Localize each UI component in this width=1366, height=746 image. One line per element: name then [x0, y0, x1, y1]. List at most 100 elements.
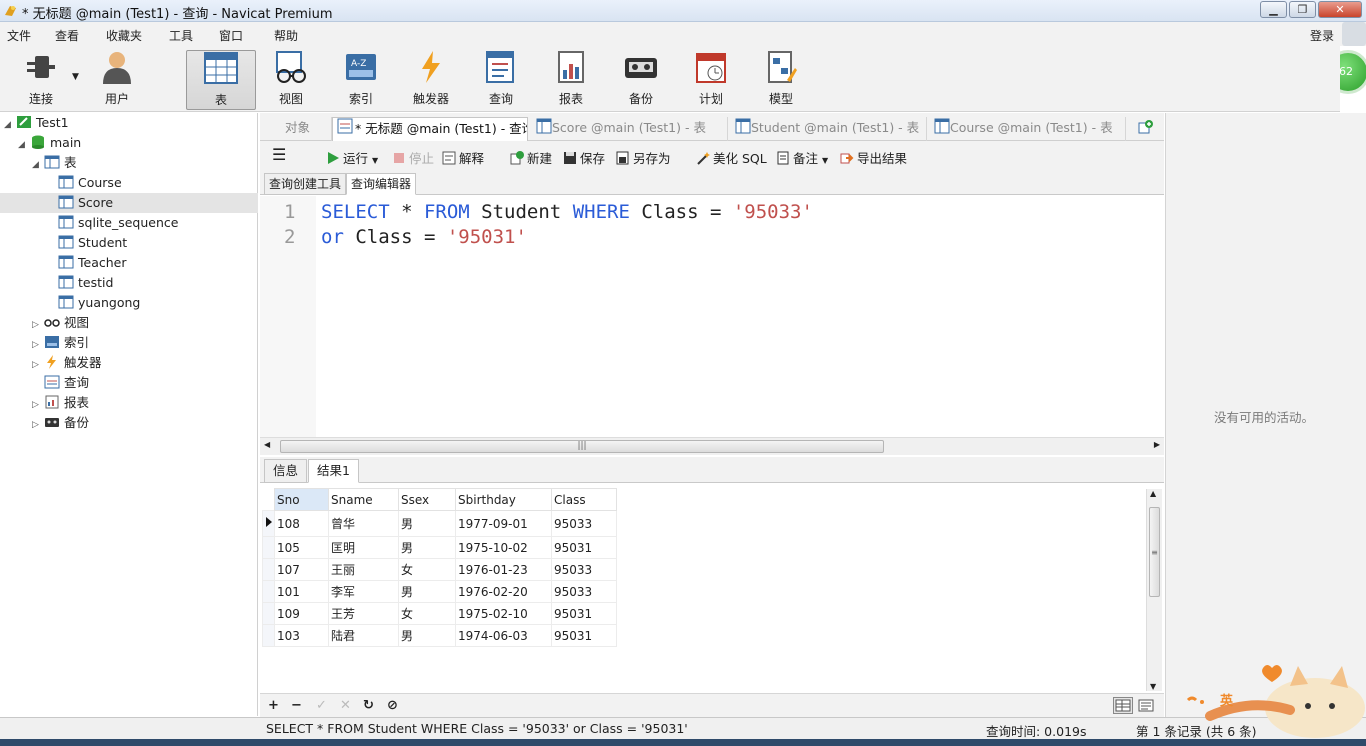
export-results-button[interactable]: 导出结果	[840, 148, 907, 167]
desktop-pet[interactable]: 英	[1180, 658, 1366, 740]
user-button[interactable]: 用户	[86, 50, 148, 108]
collapsed-arrow-icon[interactable]: ▷	[32, 335, 44, 355]
table-cell[interactable]: 95033	[551, 580, 617, 603]
connect-dropdown-icon[interactable]: ▼	[72, 72, 79, 82]
menu-help[interactable]: 帮助	[274, 27, 298, 44]
form-view-icon[interactable]	[1136, 697, 1156, 714]
column-header-sbirthday[interactable]: Sbirthday	[455, 488, 552, 511]
scrollbar-thumb[interactable]: ≡	[1149, 507, 1160, 597]
menu-window[interactable]: 窗口	[219, 27, 243, 44]
tree-table-student[interactable]: Student	[58, 233, 127, 253]
table-cell[interactable]: 108	[274, 510, 329, 537]
tab-result-1[interactable]: 结果1	[308, 459, 359, 483]
table-row[interactable]: 108 曾华男 1977-09-01 95033	[262, 510, 617, 537]
scrollbar-thumb[interactable]: |||	[280, 440, 884, 453]
tab-student-table[interactable]: Student @main (Test1) - 表	[729, 117, 927, 141]
save-button[interactable]: 保存	[563, 148, 605, 167]
stop-query-button[interactable]: ⊘	[387, 698, 398, 713]
collapsed-arrow-icon[interactable]: ▷	[32, 415, 44, 435]
save-as-button[interactable]: 另存为	[616, 148, 671, 167]
add-record-button[interactable]: +	[268, 698, 279, 713]
table-cell[interactable]: 95033	[551, 510, 617, 537]
tree-tables-group[interactable]: ◢ 表	[32, 153, 77, 173]
table-row[interactable]: 103 陆君男 1974-06-03 95031	[262, 624, 617, 647]
chevron-down-icon[interactable]: ▼	[822, 156, 828, 165]
expanded-arrow-icon[interactable]: ◢	[4, 115, 16, 135]
tab-score-table[interactable]: Score @main (Test1) - 表	[530, 117, 728, 141]
tab-query-builder[interactable]: 查询创建工具	[264, 173, 347, 195]
tab-objects[interactable]: 对象	[260, 117, 332, 141]
grid-view-icon[interactable]	[1113, 697, 1133, 714]
table-cell[interactable]: 男	[398, 580, 456, 603]
menu-favorites[interactable]: 收藏夹	[106, 27, 142, 44]
query-button[interactable]: 查询	[470, 50, 532, 108]
model-button[interactable]: 模型	[750, 50, 812, 108]
table-cell[interactable]: 95031	[551, 536, 617, 559]
scroll-down-icon[interactable]: ▼	[1150, 682, 1156, 691]
tree-table-yuangong[interactable]: yuangong	[58, 293, 140, 313]
discard-changes-button[interactable]: ✕	[340, 698, 351, 713]
table-cell[interactable]: 曾华	[328, 510, 399, 537]
tree-reports-group[interactable]: ▷ 报表	[32, 393, 89, 413]
tree-table-testid[interactable]: testid	[58, 273, 113, 293]
tree-table-course[interactable]: Course	[58, 173, 122, 193]
tab-untitled-query[interactable]: * 无标题 @main (Test1) - 查询	[332, 117, 528, 141]
tab-course-table[interactable]: Course @main (Test1) - 表	[928, 117, 1126, 141]
run-button[interactable]: 运行 ▼	[326, 148, 378, 167]
tree-views-group[interactable]: ▷ 视图	[32, 313, 89, 333]
note-button[interactable]: 备注 ▼	[776, 148, 828, 167]
maximize-button[interactable]: ❐	[1289, 1, 1316, 18]
scroll-up-icon[interactable]: ▲	[1150, 489, 1156, 498]
sql-line-2[interactable]: or Class = '95031'	[321, 226, 527, 248]
table-cell[interactable]: 女	[398, 602, 456, 625]
view-button[interactable]: 视图	[260, 50, 322, 108]
table-row[interactable]: 105 匡明男 1975-10-02 95031	[262, 536, 617, 559]
chevron-down-icon[interactable]: ▼	[372, 156, 378, 165]
table-cell[interactable]: 匡明	[328, 536, 399, 559]
schedule-button[interactable]: 计划	[680, 50, 742, 108]
table-cell[interactable]: 95031	[551, 624, 617, 647]
table-cell[interactable]: 女	[398, 558, 456, 581]
delete-record-button[interactable]: −	[291, 698, 302, 713]
tree-connection-test1[interactable]: ◢ Test1	[4, 113, 69, 133]
menu-file[interactable]: 文件	[7, 27, 31, 44]
tree-table-teacher[interactable]: Teacher	[58, 253, 127, 273]
report-button[interactable]: 报表	[540, 50, 602, 108]
collapsed-arrow-icon[interactable]: ▷	[32, 355, 44, 375]
tree-backups-group[interactable]: ▷ 备份	[32, 413, 89, 433]
tree-indexes-group[interactable]: ▷ 索引	[32, 333, 89, 353]
tab-info[interactable]: 信息	[264, 459, 308, 483]
table-cell[interactable]: 王芳	[328, 602, 399, 625]
explain-button[interactable]: 解释	[442, 148, 484, 167]
tree-triggers-group[interactable]: ▷ 触发器	[32, 353, 102, 373]
scroll-left-icon[interactable]: ◀	[264, 440, 270, 449]
table-cell[interactable]: 李军	[328, 580, 399, 603]
column-header-ssex[interactable]: Ssex	[398, 488, 456, 511]
tab-query-editor[interactable]: 查询编辑器	[346, 173, 417, 195]
index-button[interactable]: A-Z 索引	[330, 50, 392, 108]
table-cell[interactable]: 1974-06-03	[455, 624, 552, 647]
tree-table-score[interactable]: Score	[58, 193, 113, 213]
sql-editor[interactable]: 1 2 SELECT * FROM Student WHERE Class = …	[260, 196, 1164, 437]
login-link[interactable]: 登录	[1310, 27, 1334, 44]
table-cell[interactable]: 107	[274, 558, 329, 581]
minimize-button[interactable]: ▁	[1260, 1, 1287, 18]
refresh-button[interactable]: ↻	[363, 698, 374, 713]
new-tab-icon[interactable]	[1138, 119, 1154, 135]
expanded-arrow-icon[interactable]: ◢	[32, 155, 44, 175]
table-cell[interactable]: 1976-02-20	[455, 580, 552, 603]
column-header-sno[interactable]: Sno	[274, 488, 329, 511]
backup-button[interactable]: 备份	[610, 50, 672, 108]
scroll-right-icon[interactable]: ▶	[1154, 440, 1160, 449]
table-cell[interactable]: 95031	[551, 602, 617, 625]
table-button[interactable]: 表	[186, 50, 256, 110]
table-cell[interactable]: 男	[398, 510, 456, 537]
table-cell[interactable]: 1977-09-01	[455, 510, 552, 537]
menu-tools[interactable]: 工具	[169, 27, 193, 44]
apply-changes-button[interactable]: ✓	[316, 698, 327, 713]
hamburger-menu-icon[interactable]: ☰	[272, 145, 286, 164]
table-cell[interactable]: 王丽	[328, 558, 399, 581]
tree-database-main[interactable]: ◢ main	[18, 133, 81, 153]
table-cell[interactable]: 101	[274, 580, 329, 603]
table-cell[interactable]: 95033	[551, 558, 617, 581]
